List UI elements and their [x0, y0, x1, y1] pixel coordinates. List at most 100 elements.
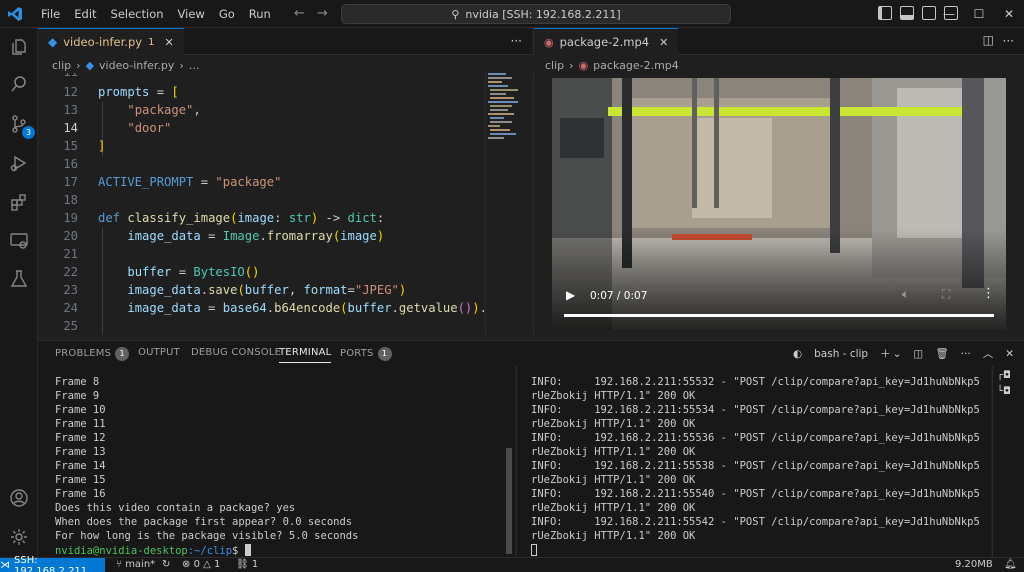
code-editor[interactable]: 11 12 prompts = [ 13 "package", 14 "door"… — [38, 73, 485, 335]
breadcrumb-folder[interactable]: clip — [52, 59, 71, 72]
error-icon: ⊗ — [182, 559, 194, 570]
breadcrumb-file[interactable]: package-2.mp4 — [593, 59, 679, 72]
close-panel-icon[interactable]: ✕ — [1005, 348, 1014, 360]
split-editor-icon[interactable]: ◫ — [983, 33, 994, 47]
ports-count-badge: 1 — [377, 347, 392, 361]
scm-badge: 3 — [22, 126, 35, 139]
terminal-left[interactable]: Frame 8 Frame 9 Frame 10 Frame 11 Frame … — [38, 366, 515, 557]
terminal-line: Frame 13 — [55, 446, 106, 458]
sync-icon[interactable]: ↻ — [162, 559, 170, 570]
ports-indicator[interactable]: ⛓ 1 — [236, 559, 258, 570]
terminal-line: Frame 9 — [55, 390, 100, 402]
explorer-icon[interactable] — [9, 37, 29, 57]
menu-file[interactable]: File — [34, 7, 67, 21]
source-control-icon[interactable]: 3 — [9, 114, 35, 139]
close-tab-icon[interactable]: ✕ — [164, 36, 173, 49]
maximize-icon[interactable]: ☐ — [964, 7, 994, 21]
branch-indicator[interactable]: ⑂ main* — [116, 559, 155, 570]
new-terminal-icon[interactable]: ＋ — [880, 346, 891, 361]
terminal-tab-icon[interactable]: ┌◘ — [997, 370, 1011, 381]
code-line: image_data = base64.b64encode(buffer.get… — [127, 301, 485, 315]
terminal-scrollbar[interactable] — [506, 448, 512, 554]
tab-terminal[interactable]: TERMINAL — [279, 347, 332, 363]
toggle-panel-icon[interactable] — [900, 6, 914, 20]
accounts-icon[interactable] — [9, 488, 29, 508]
more-actions-icon[interactable]: ··· — [961, 348, 971, 360]
shell-label[interactable]: bash - clip — [814, 348, 868, 360]
code-line: image_data.save(buffer, format="JPEG") — [127, 283, 407, 297]
line-number: 25 — [63, 319, 78, 333]
tab-ports[interactable]: PORTS 1 — [340, 347, 392, 361]
more-actions-icon[interactable]: ··· — [511, 34, 522, 48]
command-center-label: nvidia [SSH: 192.168.2.211] — [465, 7, 621, 21]
maximize-panel-icon[interactable]: ︿ — [983, 346, 994, 361]
fullscreen-icon[interactable]: ⛶ — [942, 287, 950, 302]
extensions-icon[interactable] — [9, 192, 29, 212]
close-window-icon[interactable]: ✕ — [994, 7, 1024, 21]
video-menu-icon[interactable]: ⋮ — [982, 286, 995, 301]
status-bar: ⋊ SSH: 192.168.2.211 ⑂ main* ↻ ⊗ 0 △ 1 ⛓… — [0, 555, 1024, 572]
terminal-right[interactable]: INFO: 192.168.2.211:55532 - "POST /clip/… — [516, 366, 991, 557]
tab-problems[interactable]: PROBLEMS 1 — [55, 347, 130, 361]
line-number: 13 — [63, 103, 78, 117]
line-number: 22 — [63, 265, 78, 279]
chevron-down-icon[interactable]: ⌄ — [893, 348, 902, 360]
code-line: buffer = BytesIO() — [127, 265, 260, 279]
play-icon[interactable]: ▶ — [566, 288, 575, 302]
media-file-icon: ◉ — [544, 35, 554, 49]
manage-gear-icon[interactable] — [9, 527, 29, 547]
terminal-line: rUeZbokij HTTP/1.1" 200 OK — [531, 530, 696, 542]
minimap[interactable] — [485, 73, 532, 335]
remote-indicator[interactable]: ⋊ SSH: 192.168.2.211 — [0, 555, 105, 572]
toggle-primary-sidebar-icon[interactable] — [878, 6, 892, 20]
close-tab-icon[interactable]: ✕ — [659, 36, 668, 49]
menu-selection[interactable]: Selection — [104, 7, 171, 21]
menu-go[interactable]: Go — [212, 7, 242, 21]
python-file-icon: ◆ — [85, 58, 95, 72]
video-player[interactable]: ▶ 0:07 / 0:07 🔈︎ ⛶ ⋮ — [552, 78, 1006, 330]
search-icon[interactable] — [9, 74, 29, 94]
more-actions-icon[interactable]: ··· — [1003, 34, 1014, 48]
problems-indicator[interactable]: ⊗ 0 △ 1 — [182, 559, 220, 570]
line-number: 16 — [63, 157, 78, 171]
warning-icon: △ — [199, 559, 214, 570]
chevron-right-icon: › — [179, 58, 184, 72]
tab-package-2-mp4[interactable]: ◉ package-2.mp4 ✕ — [534, 28, 679, 55]
menu-edit[interactable]: Edit — [67, 7, 103, 21]
remote-explorer-icon[interactable] — [9, 231, 29, 251]
tab-debug-console[interactable]: DEBUG CONSOLE — [191, 347, 281, 358]
notifications-bell-icon[interactable]: 🔔︎ — [1004, 559, 1017, 570]
line-number: 18 — [63, 193, 78, 207]
terminal-line: Frame 15 — [55, 474, 106, 486]
command-center[interactable]: ⚲ nvidia [SSH: 192.168.2.211] — [341, 4, 731, 24]
tab-output[interactable]: OUTPUT — [138, 347, 180, 358]
run-debug-icon[interactable] — [9, 153, 29, 173]
trash-icon[interactable]: 🗑︎ — [935, 347, 948, 360]
breadcrumb: clip › ◆ video-infer.py › ... — [52, 56, 199, 74]
testing-flask-icon[interactable] — [9, 269, 29, 289]
minimize-icon[interactable]: — — [934, 7, 964, 21]
terminal-tab-icon[interactable]: └◘ — [997, 386, 1011, 397]
tab-video-infer-py[interactable]: ◆ video-infer.py 1 ✕ — [38, 28, 184, 55]
ports-count: 1 — [251, 559, 259, 570]
terminal-line: rUeZbokij HTTP/1.1" 200 OK — [531, 446, 696, 458]
menu-run[interactable]: Run — [242, 7, 278, 21]
breadcrumb-symbol[interactable]: ... — [189, 59, 200, 72]
code-line: prompts = [ — [98, 85, 179, 99]
terminal-line: INFO: 192.168.2.211:55540 - "POST /clip/… — [531, 488, 980, 500]
back-arrow-icon[interactable]: ← — [294, 6, 305, 21]
terminal-line: rUeZbokij HTTP/1.1" 200 OK — [531, 418, 696, 430]
terminal-line: Frame 14 — [55, 460, 106, 472]
tab-problems-label: PROBLEMS — [55, 348, 112, 359]
code-line: ] — [98, 139, 106, 153]
breadcrumb-folder[interactable]: clip — [545, 59, 564, 72]
split-terminal-icon[interactable]: ◫ — [913, 348, 923, 360]
video-progress-bar[interactable] — [564, 314, 994, 317]
terminal-line: When does the package first appear? 0.0 … — [55, 516, 353, 528]
terminal-line: INFO: 192.168.2.211:55534 - "POST /clip/… — [531, 404, 980, 416]
menu-view[interactable]: View — [171, 7, 212, 21]
forward-arrow-icon[interactable]: → — [317, 6, 328, 21]
line-number: 23 — [63, 283, 78, 297]
breadcrumb-file[interactable]: video-infer.py — [99, 59, 174, 72]
mute-icon[interactable]: 🔈︎ — [902, 287, 909, 302]
